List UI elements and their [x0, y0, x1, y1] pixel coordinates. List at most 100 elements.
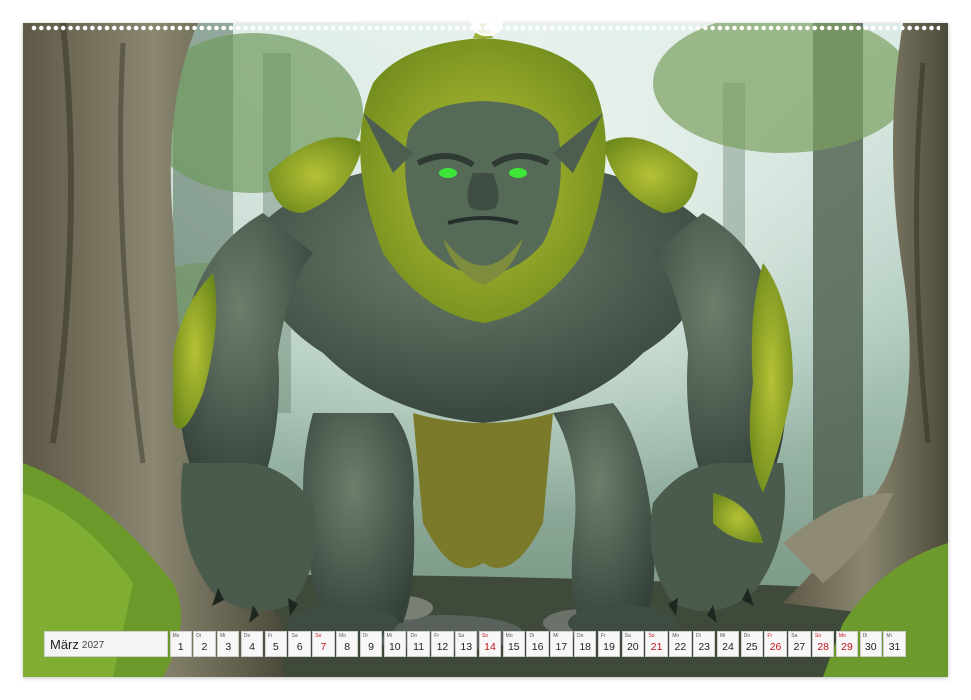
day-number: 27	[793, 641, 806, 653]
day-cell: So 28	[812, 631, 835, 657]
day-number: 22	[674, 641, 687, 653]
day-number: 19	[603, 641, 615, 653]
day-cell: Mo 29	[835, 631, 859, 657]
day-cell: Fr 5	[264, 631, 287, 657]
day-number: 16	[531, 641, 544, 653]
day-number: 4	[249, 641, 255, 653]
day-number: 15	[507, 641, 520, 653]
day-number: 21	[650, 641, 663, 653]
day-number: 14	[484, 641, 496, 653]
day-cell: So 14	[478, 631, 502, 657]
day-cell: Do 25	[740, 631, 763, 657]
day-cell: Mi 10	[383, 631, 406, 657]
day-cell: Mo 15	[502, 631, 525, 657]
day-cell: Mi 24	[716, 631, 740, 657]
day-weekday: Di	[862, 633, 868, 639]
day-cell: Di 16	[526, 631, 549, 657]
day-weekday: Mo	[505, 633, 513, 639]
day-cell: Mi 3	[217, 631, 240, 657]
day-cell: Di 23	[693, 631, 716, 657]
day-number: 17	[555, 641, 568, 653]
day-number: 1	[177, 641, 184, 653]
day-weekday: Sa	[791, 633, 798, 639]
day-cell: Do 4	[240, 631, 264, 657]
day-cell: Sa 27	[788, 631, 811, 657]
day-weekday: Fr	[267, 633, 273, 639]
day-weekday: Mi	[719, 633, 726, 639]
calendar-page: März 2027 Mo 1 Di 2 Mi 3 Do 4 Fr 5 Sa 6 So 7 Mo 8 Di 9 Mi 1…	[23, 20, 948, 677]
day-number: 7	[320, 641, 327, 653]
day-number: 24	[722, 641, 734, 653]
troll-photo	[23, 23, 948, 677]
day-cell: Sa 20	[621, 631, 644, 657]
day-number: 8	[344, 641, 351, 653]
day-number: 12	[436, 641, 449, 653]
day-weekday: Mo	[672, 633, 680, 639]
day-weekday: Sa	[291, 633, 298, 639]
day-weekday: Fr	[600, 633, 606, 639]
day-cell: Fr 12	[431, 631, 454, 657]
day-weekday: Di	[196, 633, 202, 639]
day-row: Mo 1 Di 2 Mi 3 Do 4 Fr 5 Sa 6 So 7 Mo 8 Di 9 Mi 10 Do 11 Fr 12 S…	[168, 631, 906, 657]
day-number: 2	[201, 641, 208, 653]
day-weekday: Do	[743, 633, 751, 639]
day-number: 26	[769, 641, 782, 653]
day-cell: Di 9	[359, 631, 383, 657]
day-weekday: Mo	[172, 633, 180, 639]
day-weekday: Mo	[838, 633, 846, 639]
day-number: 6	[296, 641, 303, 653]
day-number: 29	[841, 641, 853, 653]
day-weekday: Mi	[386, 633, 392, 639]
day-weekday: So	[481, 633, 488, 639]
day-cell: Mi 17	[550, 631, 573, 657]
day-number: 23	[698, 641, 711, 653]
day-weekday: Sa	[458, 633, 465, 639]
day-cell: Mo 22	[669, 631, 692, 657]
day-weekday: Do	[410, 633, 417, 639]
day-cell: Fr 19	[597, 631, 621, 657]
day-weekday: Mi	[220, 633, 226, 639]
day-cell: Di 30	[859, 631, 882, 657]
day-cell: Mi 31	[883, 631, 906, 657]
day-number: 20	[626, 641, 639, 653]
day-number: 9	[368, 641, 374, 653]
day-number: 10	[388, 641, 401, 653]
month-year: 2027	[81, 639, 105, 651]
day-cell: Mo 1	[169, 631, 192, 657]
day-weekday: Fr	[434, 633, 439, 639]
day-cell: Fr 26	[764, 631, 787, 657]
day-weekday: Di	[362, 633, 368, 639]
day-number: 31	[888, 641, 901, 653]
day-weekday: Fr	[767, 633, 773, 639]
day-cell: Do 11	[407, 631, 430, 657]
month-label-box: März 2027	[44, 631, 168, 657]
day-number: 18	[579, 641, 592, 653]
day-number: 30	[864, 641, 877, 653]
day-number: 11	[413, 641, 425, 653]
day-number: 28	[817, 641, 829, 653]
day-weekday: Di	[696, 633, 701, 639]
day-cell: So 7	[312, 631, 335, 657]
day-number: 13	[460, 641, 473, 653]
day-cell: So 21	[645, 631, 668, 657]
day-weekday: So	[815, 633, 822, 639]
day-weekday: Sa	[624, 633, 631, 639]
day-number: 25	[745, 641, 758, 653]
day-cell: Sa 13	[455, 631, 478, 657]
day-weekday: Di	[529, 633, 535, 639]
month-name: März	[50, 636, 79, 652]
day-weekday: Do	[243, 633, 251, 639]
day-weekday: Mi	[886, 633, 892, 639]
day-cell: Do 18	[574, 631, 597, 657]
day-number: 5	[272, 641, 279, 653]
day-weekday: Mi	[553, 633, 559, 639]
day-cell: Sa 6	[288, 631, 311, 657]
day-weekday: So	[648, 633, 655, 639]
day-weekday: Mo	[339, 633, 347, 639]
day-number: 3	[225, 641, 232, 653]
day-cell: Di 2	[193, 631, 216, 657]
day-weekday: So	[315, 633, 322, 639]
day-cell: Mo 8	[336, 631, 359, 657]
calendar-strip: März 2027 Mo 1 Di 2 Mi 3 Do 4 Fr 5 Sa 6 So 7 Mo 8 Di 9 Mi 1…	[44, 631, 927, 657]
day-weekday: Do	[577, 633, 584, 639]
